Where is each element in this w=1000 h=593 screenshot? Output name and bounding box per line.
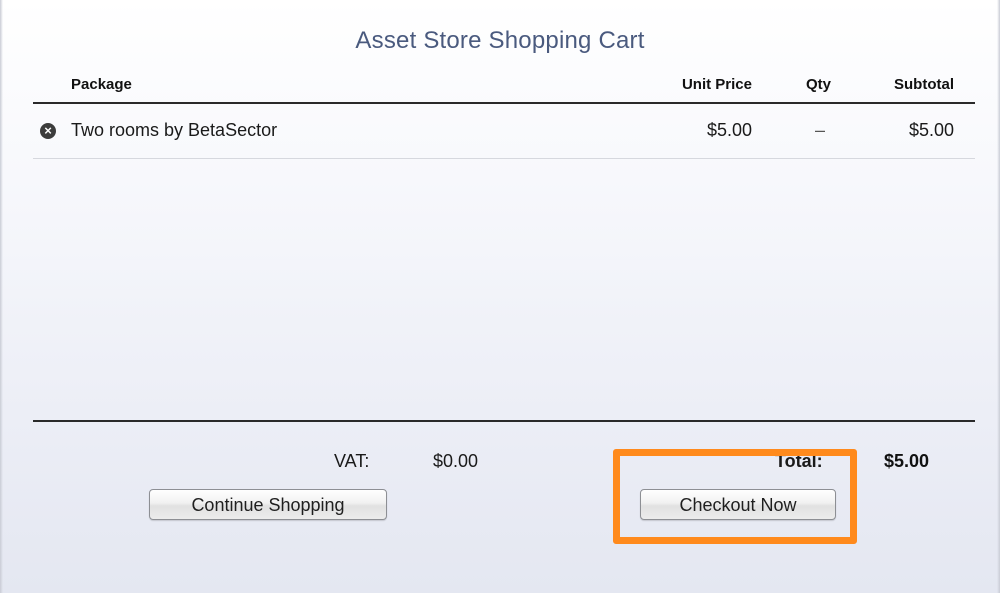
unit-price-value: $5.00: [706, 120, 752, 140]
vat-label: VAT:: [334, 451, 370, 471]
totals-divider: [33, 420, 975, 422]
package-name: Two rooms by BetaSector: [71, 120, 278, 140]
checkout-now-button[interactable]: Checkout Now: [640, 489, 836, 520]
table-header: Package Unit Price Qty Subtotal: [33, 70, 975, 104]
column-header-package: Package: [71, 76, 132, 93]
table-row: × Two rooms by BetaSector $5.00 – $5.00: [33, 104, 975, 159]
window-title: Asset Store Shopping Cart: [355, 27, 645, 54]
column-header-subtotal: Subtotal: [894, 76, 954, 93]
column-header-unit-price: Unit Price: [681, 76, 752, 93]
total-label: Total:: [775, 451, 823, 471]
total-value: $5.00: [884, 451, 930, 471]
vat-value: $0.00: [433, 451, 479, 471]
qty-value: –: [814, 120, 825, 140]
subtotal-value: $5.00: [908, 120, 954, 140]
column-header-qty: Qty: [805, 76, 831, 93]
shopping-cart-window: Asset Store Shopping Cart Package Unit P…: [0, 0, 1000, 593]
remove-circle-icon[interactable]: ×: [40, 123, 56, 139]
continue-shopping-button[interactable]: Continue Shopping: [149, 489, 387, 520]
